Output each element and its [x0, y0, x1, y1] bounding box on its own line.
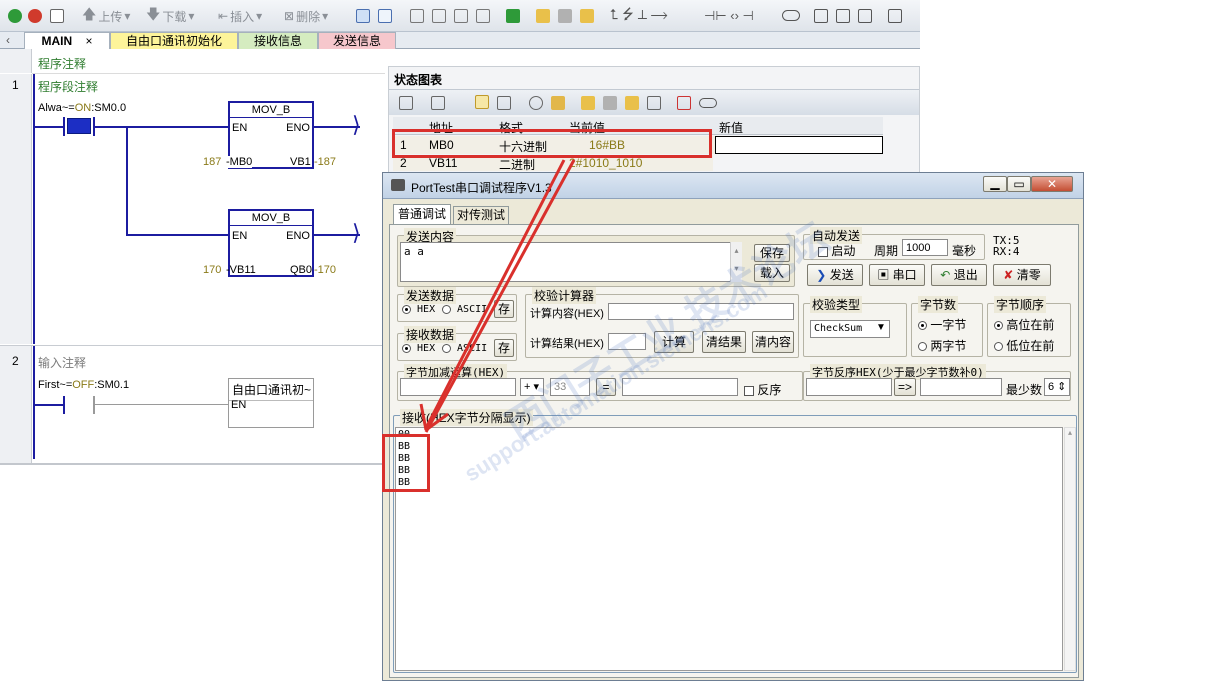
annotation-arrows: [419, 159, 576, 433]
red-arrow: [419, 159, 576, 433]
